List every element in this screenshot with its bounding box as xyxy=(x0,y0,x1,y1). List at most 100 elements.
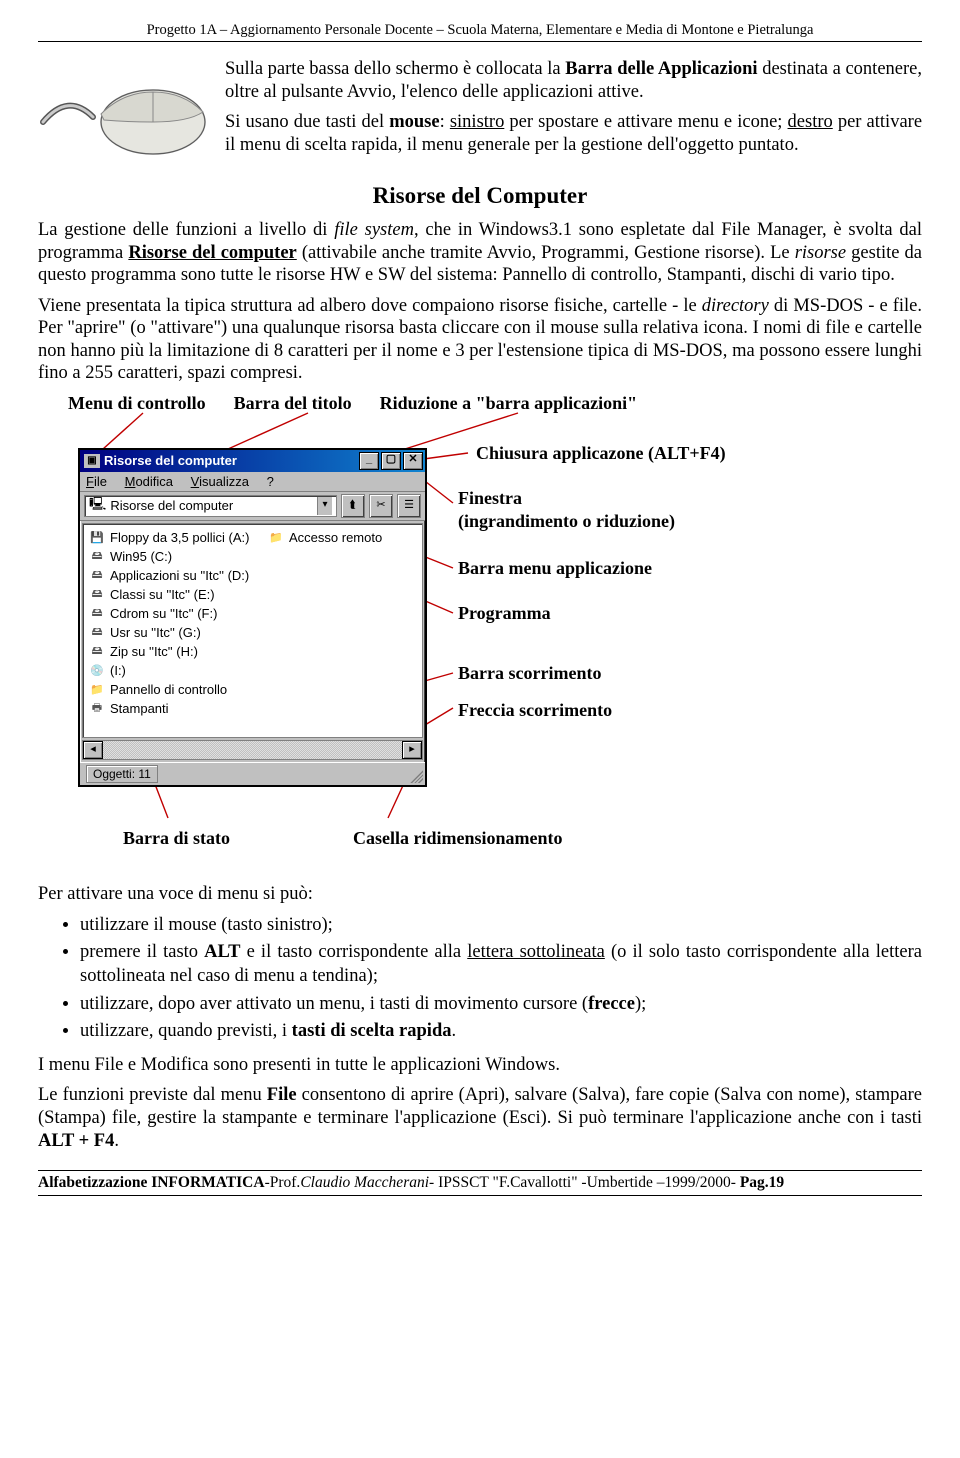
section-title: Risorse del Computer xyxy=(38,183,922,209)
window-diagram: Menu di controllo Barra del titolo Riduz… xyxy=(38,393,922,883)
text: Si usano due tasti del xyxy=(225,112,389,132)
close-button[interactable]: ✕ xyxy=(403,452,423,470)
list-item[interactable]: 📁 Pannello di controllo xyxy=(89,680,416,699)
text-bold: mouse xyxy=(389,112,439,132)
list-item[interactable]: 🖴 Win95 (C:) xyxy=(89,547,416,566)
status-text: Oggetti: 11 xyxy=(86,765,158,783)
toolbar: 🖳 Risorse del computer ▾ ⮬ ✂ ☰ xyxy=(80,492,425,521)
text: e il tasto corrispondente alla xyxy=(241,942,468,962)
text-bold-underline: Risorse del computer xyxy=(128,243,296,263)
floppy-icon: 💾 xyxy=(89,530,105,544)
dialup-icon: 📁 xyxy=(268,530,284,544)
item-label: Zip su ''Itc'' (H:) xyxy=(110,644,198,659)
list-item[interactable]: 🖴 Classi su ''Itc'' (E:) xyxy=(89,585,416,604)
text-bold: ALT xyxy=(204,942,240,962)
text-underline: lettera sottolineata xyxy=(467,942,605,962)
up-folder-button[interactable]: ⮬ xyxy=(341,494,365,518)
label-barra-menu-app: Barra menu applicazione xyxy=(458,558,652,579)
list-item[interactable]: 🖴 Applicazioni su ''Itc'' (D:) xyxy=(89,566,416,585)
text: Viene presentata la tipica struttura ad … xyxy=(38,296,702,316)
label-menu-controllo: Menu di controllo xyxy=(68,393,206,414)
text-underline: sinistro xyxy=(450,112,504,132)
text: . xyxy=(114,1131,119,1151)
item-label: Applicazioni su ''Itc'' (D:) xyxy=(110,568,249,583)
text: : xyxy=(440,112,450,132)
item-label: Pannello di controllo xyxy=(110,682,227,697)
menu-file[interactable]: File xyxy=(86,474,107,489)
label-casella-redim: Casella ridimensionamento xyxy=(353,828,563,849)
list-item[interactable]: 🖴 Usr su ''Itc'' (G:) xyxy=(89,623,416,642)
text: ); xyxy=(635,994,646,1014)
text-italic: directory xyxy=(702,296,769,316)
after-diagram-p3: Le funzioni previste dal menu File conse… xyxy=(38,1084,922,1152)
netdrive-icon: 🖴 xyxy=(89,587,105,601)
page-header: Progetto 1A – Aggiornamento Personale Do… xyxy=(38,22,922,42)
minimize-button[interactable]: _ xyxy=(359,452,379,470)
list-item: utilizzare il mouse (tasto sinistro); xyxy=(80,914,922,938)
menu-help[interactable]: ? xyxy=(267,474,274,489)
item-label: Floppy da 3,5 pollici (A:) xyxy=(110,530,249,545)
list-item[interactable]: 🖴Zip su ''Itc'' (H:) xyxy=(89,642,416,661)
views-button[interactable]: ☰ xyxy=(397,494,421,518)
scroll-right-icon[interactable]: ▸ xyxy=(402,741,422,759)
text: La gestione delle funzioni a livello di xyxy=(38,220,334,240)
item-label: Usr su ''Itc'' (G:) xyxy=(110,625,201,640)
menu-activation-list: utilizzare il mouse (tasto sinistro); pr… xyxy=(80,914,922,1044)
label-barra-stato: Barra di stato xyxy=(123,828,230,849)
dropdown-arrow-icon[interactable]: ▾ xyxy=(317,497,332,515)
text-bold: ALT + F4 xyxy=(38,1131,114,1151)
label-riduzione: Riduzione a "barra applicazioni" xyxy=(380,393,638,414)
item-label: Accesso remoto xyxy=(289,530,382,545)
netdrive-icon: 🖴 xyxy=(89,568,105,582)
netdrive-icon: 🖴 xyxy=(89,625,105,639)
text: utilizzare, dopo aver attivato un menu, … xyxy=(80,994,588,1014)
drive-icon: 🖴 xyxy=(89,549,105,563)
horizontal-scrollbar[interactable]: ◂ ▸ xyxy=(82,740,423,760)
maximize-button[interactable]: ▢ xyxy=(381,452,401,470)
text-bold: Alfabetizzazione INFORMATICA xyxy=(38,1174,265,1191)
text: premere il tasto xyxy=(80,942,204,962)
cut-button[interactable]: ✂ xyxy=(369,494,393,518)
statusbar: Oggetti: 11 xyxy=(80,762,425,785)
list-item[interactable]: 📁 Accesso remoto xyxy=(268,528,382,547)
system-menu-icon[interactable]: ▣ xyxy=(84,454,100,468)
label-freccia-scorrimento: Freccia scorrimento xyxy=(458,700,612,721)
text-italic: file system xyxy=(334,220,414,240)
menu-visualizza[interactable]: Visualizza xyxy=(191,474,249,489)
text: per spostare e attivare menu e icone; xyxy=(504,112,787,132)
label-finestra-2: (ingrandimento o riduzione) xyxy=(458,511,675,532)
text-bold: Barra delle Applicazioni xyxy=(565,59,757,79)
resize-grip[interactable] xyxy=(407,767,423,783)
text: . xyxy=(452,1021,457,1041)
list-item[interactable]: 💿(I:) xyxy=(89,661,416,680)
netdrive-icon: 🖴 xyxy=(89,606,105,620)
item-label: Classi su ''Itc'' (E:) xyxy=(110,587,215,602)
control-panel-icon: 📁 xyxy=(89,682,105,696)
text-bold: File xyxy=(267,1085,297,1105)
footer-left: Alfabetizzazione INFORMATICA-Prof.Claudi… xyxy=(38,1174,784,1192)
label-barra-titolo: Barra del titolo xyxy=(234,393,352,414)
menu-modifica[interactable]: Modifica xyxy=(125,474,173,489)
label-programma: Programma xyxy=(458,603,551,624)
text: Sulla parte bassa dello schermo è colloc… xyxy=(225,59,565,79)
item-label: Win95 (C:) xyxy=(110,549,172,564)
item-label: Cdrom su ''Itc'' (F:) xyxy=(110,606,217,621)
scroll-left-icon[interactable]: ◂ xyxy=(83,741,103,759)
text: (attivabile anche tramite Avvio, Program… xyxy=(297,243,795,263)
list-item[interactable]: 🖶Stampanti xyxy=(89,699,416,718)
text: utilizzare, quando previsti, i xyxy=(80,1021,292,1041)
address-combo[interactable]: 🖳 Risorse del computer ▾ xyxy=(84,495,337,517)
page-footer: Alfabetizzazione INFORMATICA-Prof.Claudi… xyxy=(38,1170,922,1196)
list-item: utilizzare, quando previsti, i tasti di … xyxy=(80,1020,922,1044)
text: -Prof. xyxy=(265,1174,301,1191)
printer-icon: 🖶 xyxy=(89,701,105,715)
window-title: Risorse del computer xyxy=(104,453,359,468)
label-chiusura: Chiusura applicazone (ALT+F4) xyxy=(476,443,726,464)
text-italic: risorse xyxy=(795,243,846,263)
text: Le funzioni previste dal menu xyxy=(38,1085,267,1105)
scroll-track[interactable] xyxy=(103,741,402,759)
list-item[interactable]: 🖴 Cdrom su ''Itc'' (F:) xyxy=(89,604,416,623)
folder-content[interactable]: 💾Floppy da 3,5 pollici (A:) 🖴Win95 (C:) … xyxy=(82,523,423,738)
titlebar[interactable]: ▣ Risorse del computer _ ▢ ✕ xyxy=(80,450,425,472)
menubar: File Modifica Visualizza ? xyxy=(80,472,425,492)
